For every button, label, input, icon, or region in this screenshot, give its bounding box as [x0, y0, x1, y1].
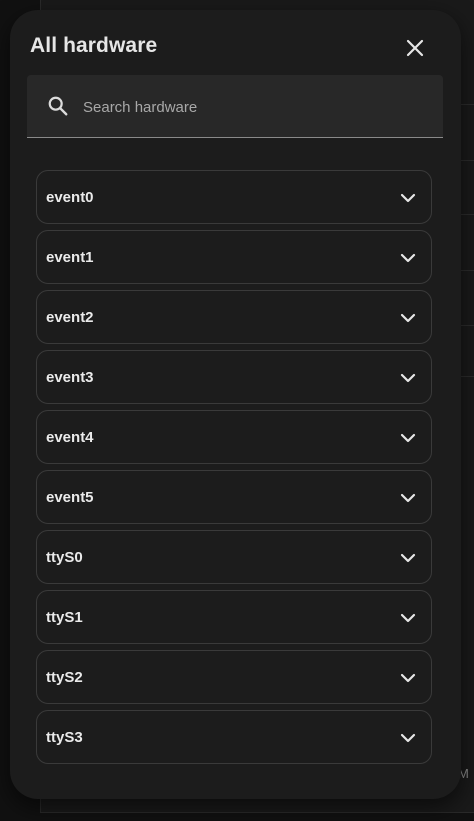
chevron-down-icon[interactable] [399, 729, 417, 747]
list-item[interactable]: ttyS2 [36, 650, 432, 704]
background-divider [460, 160, 474, 161]
list-item[interactable]: event5 [36, 470, 432, 524]
list-item-label: ttyS1 [46, 609, 83, 626]
background-divider [460, 214, 474, 215]
chevron-down-icon[interactable] [399, 609, 417, 627]
list-item[interactable]: event0 [36, 170, 432, 224]
chevron-down-icon[interactable] [399, 489, 417, 507]
background-divider [460, 104, 474, 105]
close-button[interactable] [397, 30, 433, 66]
background-divider [460, 376, 474, 377]
page-backdrop: · · · · · · · · · M All hardware event0 [0, 0, 474, 821]
chevron-down-icon[interactable] [399, 429, 417, 447]
list-item[interactable]: ttyS3 [36, 710, 432, 764]
dialog-header: All hardware [10, 10, 461, 76]
dialog-title: All hardware [30, 34, 158, 57]
chevron-down-icon[interactable] [399, 549, 417, 567]
list-item[interactable]: event3 [36, 350, 432, 404]
hardware-list: event0 event1 event2 event3 event4 event… [36, 170, 434, 770]
list-item-label: event0 [46, 189, 94, 206]
list-item-label: event3 [46, 369, 94, 386]
all-hardware-dialog: All hardware event0 event1 [10, 10, 461, 799]
chevron-down-icon[interactable] [399, 369, 417, 387]
list-item-label: event1 [46, 249, 94, 266]
search-input[interactable] [81, 89, 425, 125]
list-item-label: ttyS2 [46, 669, 83, 686]
chevron-down-icon[interactable] [399, 249, 417, 267]
list-item[interactable]: event1 [36, 230, 432, 284]
chevron-down-icon[interactable] [399, 669, 417, 687]
search-icon [48, 96, 68, 116]
list-item[interactable]: event2 [36, 290, 432, 344]
background-divider [460, 270, 474, 271]
list-item-label: ttyS0 [46, 549, 83, 566]
search-field[interactable] [27, 75, 443, 138]
background-divider-dots: · · · · · · · · · [60, 0, 163, 5]
list-item[interactable]: ttyS1 [36, 590, 432, 644]
list-item-label: event5 [46, 489, 94, 506]
close-icon [406, 39, 424, 57]
chevron-down-icon[interactable] [399, 309, 417, 327]
list-item-label: event4 [46, 429, 94, 446]
background-divider [460, 325, 474, 326]
list-item-label: ttyS3 [46, 729, 83, 746]
list-item[interactable]: event4 [36, 410, 432, 464]
chevron-down-icon[interactable] [399, 189, 417, 207]
list-item-label: event2 [46, 309, 94, 326]
list-item[interactable]: ttyS0 [36, 530, 432, 584]
